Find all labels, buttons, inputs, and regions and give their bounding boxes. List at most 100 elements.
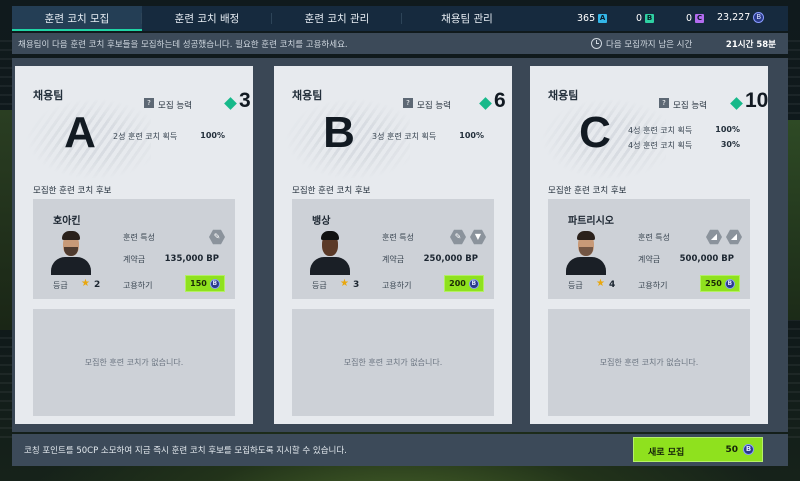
team-level: 3 — [239, 89, 251, 112]
currency-a: 365 A — [577, 13, 608, 24]
boot-icon: ◢ — [706, 229, 722, 245]
tab-label: 훈련 코치 모집 — [44, 13, 110, 25]
rate-row: 4성 훈련 코치 획득 30% — [628, 140, 740, 150]
hire-button[interactable]: 150 B — [185, 275, 225, 292]
team-card-c: 채용팀 C ? 모집 능력 10 4성 훈련 코치 획득 100% 4성 훈련 코… — [530, 66, 768, 424]
currency-b-value: 0 — [636, 13, 643, 24]
candidate-name: 뱅상 — [312, 216, 331, 227]
team-letter: C — [579, 108, 611, 157]
bp-coin-icon: B — [209, 278, 220, 289]
ability-label: 모집 능력 — [673, 101, 707, 111]
candidate-section-title: 모집한 훈련 코치 후보 — [548, 186, 627, 196]
tab-assign-coach[interactable]: 훈련 코치 배정 — [142, 6, 272, 31]
star-icon: ★ — [596, 278, 605, 289]
coach-avatar — [51, 229, 91, 275]
currency-c-chip: C — [695, 14, 705, 23]
rate-row: 3성 훈련 코치 획득 100% — [372, 131, 484, 141]
rate-value: 100% — [459, 131, 484, 140]
clock-icon — [591, 38, 602, 49]
hire-button[interactable]: 200 B — [444, 275, 484, 292]
trait-label: 훈련 특성 — [382, 233, 414, 242]
contract-fee: 135,000 BP — [164, 254, 219, 264]
rate-value: 30% — [720, 140, 740, 149]
recruit-instruction: 코칭 포인트를 50CP 소모하여 지금 즉시 훈련 코치 후보를 모집하도록 … — [24, 446, 347, 456]
diamond-icon — [479, 97, 492, 110]
hire-button[interactable]: 250 B — [700, 275, 740, 292]
shield-icon: ✎ — [450, 229, 466, 245]
grade-label: 등급 — [312, 281, 327, 290]
ability-label: 모집 능력 — [158, 101, 192, 111]
fee-label: 계약금 — [638, 255, 661, 264]
team-level: 6 — [494, 89, 506, 112]
diamond-icon — [730, 97, 743, 110]
currency-b: 0 B — [636, 13, 655, 24]
empty-slot: 모집한 훈련 코치가 없습니다. — [33, 309, 235, 416]
hire-label: 고용하기 — [638, 281, 668, 290]
rate-row: 2성 훈련 코치 획득 100% — [113, 131, 225, 141]
team-card-a: 채용팀 A ? 모집 능력 3 2성 훈련 코치 획득 100% 모집한 훈련 코… — [15, 66, 253, 424]
coach-avatar — [310, 229, 350, 275]
next-recruit-time: 21시간 58분 — [725, 39, 776, 50]
tab-label: 훈련 코치 관리 — [304, 13, 370, 25]
tab-label: 훈련 코치 배정 — [174, 13, 240, 25]
rate-label: 4성 훈련 코치 획득 — [628, 126, 693, 135]
candidate-card: 호아킨 훈련 특성 ✎ 계약금 135,000 BP 등급 ★ 2 고용하기 1… — [33, 199, 235, 299]
trait-label: 훈련 특성 — [638, 233, 670, 242]
rate-label: 2성 훈련 코치 획득 — [113, 132, 178, 141]
team-letter: A — [64, 108, 96, 157]
currency-c: 0 C — [686, 13, 705, 24]
tab-manage-team[interactable]: 채용팀 관리 — [402, 6, 532, 31]
tab-recruit-coach[interactable]: 훈련 코치 모집 — [12, 6, 142, 31]
new-recruit-label: 새로 모집 — [648, 448, 685, 458]
team-header: 채용팀 — [33, 89, 64, 102]
trait-label: 훈련 특성 — [123, 233, 155, 242]
question-icon[interactable]: ? — [403, 98, 413, 108]
shirt-icon: ▼ — [470, 229, 486, 245]
empty-slot: 모집한 훈련 코치가 없습니다. — [292, 309, 494, 416]
hire-cost: 250 — [705, 279, 722, 288]
bp-coin-icon: B — [743, 444, 754, 455]
tab-manage-coach[interactable]: 훈련 코치 관리 — [272, 6, 402, 31]
bottom-bar: 코칭 포인트를 50CP 소모하여 지금 즉시 훈련 코치 후보를 모집하도록 … — [12, 434, 788, 466]
shield-icon: ✎ — [209, 229, 225, 245]
team-header: 채용팀 — [548, 89, 579, 102]
question-icon[interactable]: ? — [659, 98, 669, 108]
notice-bar: 채용팀이 다음 훈련 코치 후보들을 모집하는데 성공했습니다. 필요한 훈련 … — [12, 33, 788, 54]
bp-coin-icon: B — [724, 278, 735, 289]
candidate-name: 호아킨 — [53, 216, 81, 227]
next-recruit-label: 다음 모집까지 남은 시간 — [606, 39, 693, 50]
fee-label: 계약금 — [382, 255, 405, 264]
currency-bp: 23,227 B — [717, 12, 765, 23]
hire-cost: 200 — [449, 279, 466, 288]
boot-icon: ◢ — [726, 229, 742, 245]
currency-b-chip: B — [645, 14, 655, 23]
rate-value: 100% — [715, 125, 740, 134]
team-letter: B — [323, 108, 355, 157]
team-level: 10 — [745, 89, 769, 112]
bp-coin-icon: B — [753, 12, 765, 23]
coach-avatar — [566, 229, 606, 275]
question-icon[interactable]: ? — [144, 98, 154, 108]
hire-label: 고용하기 — [382, 281, 412, 290]
candidate-section-title: 모집한 훈련 코치 후보 — [292, 186, 371, 196]
currency-a-value: 365 — [577, 13, 596, 24]
fee-label: 계약금 — [123, 255, 146, 264]
candidate-name: 파트리시오 — [568, 216, 614, 227]
grade-value: 2 — [94, 280, 101, 290]
recruit-teams-panel: 채용팀 A ? 모집 능력 3 2성 훈련 코치 획득 100% 모집한 훈련 코… — [12, 58, 788, 432]
currency-c-value: 0 — [686, 13, 693, 24]
rate-value: 100% — [200, 131, 225, 140]
candidate-card: 파트리시오 훈련 특성 ◢ ◢ 계약금 500,000 BP 등급 ★ 4 고용… — [548, 199, 750, 299]
candidate-card: 뱅상 훈련 특성 ✎ ▼ 계약금 250,000 BP 등급 ★ 3 고용하기 … — [292, 199, 494, 299]
grade-label: 등급 — [53, 281, 68, 290]
new-recruit-button[interactable]: 새로 모집 50 B — [633, 437, 763, 462]
rate-label: 3성 훈련 코치 획득 — [372, 132, 437, 141]
candidate-section-title: 모집한 훈련 코치 후보 — [33, 186, 112, 196]
currency-bp-value: 23,227 — [717, 12, 751, 23]
grade-value: 4 — [609, 280, 616, 290]
contract-fee: 250,000 BP — [423, 254, 478, 264]
grade-value: 3 — [353, 280, 360, 290]
tab-label: 채용팀 관리 — [441, 13, 493, 25]
empty-slot: 모집한 훈련 코치가 없습니다. — [548, 309, 750, 416]
notice-message: 채용팀이 다음 훈련 코치 후보들을 모집하는데 성공했습니다. 필요한 훈련 … — [18, 39, 348, 50]
